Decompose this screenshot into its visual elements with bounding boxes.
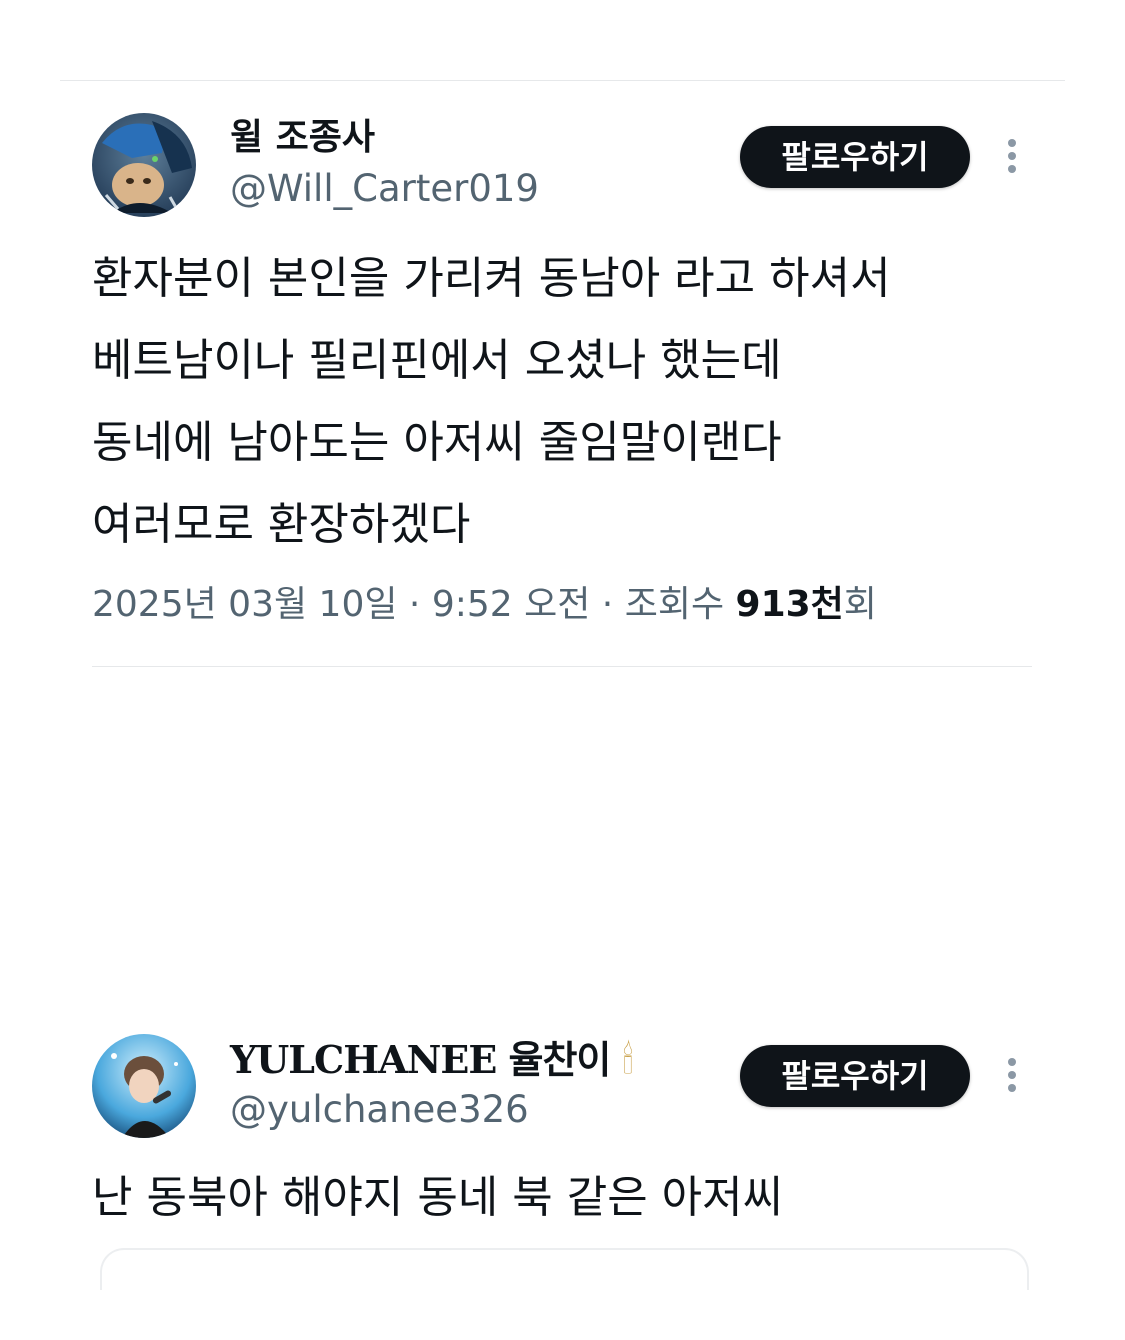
candle-emoji: 🕯 bbox=[622, 1038, 634, 1082]
display-name[interactable]: YULCHANEE 율찬이 🕯 bbox=[230, 1037, 634, 1083]
views-suffix: 회 bbox=[843, 584, 877, 625]
meta-divider bbox=[92, 666, 1032, 667]
views-label: 조회수 bbox=[624, 584, 736, 625]
avatar[interactable] bbox=[92, 113, 196, 217]
display-name[interactable]: 윌 조종사 bbox=[230, 116, 375, 160]
more-vertical-icon[interactable] bbox=[1000, 137, 1024, 177]
follow-button[interactable]: 팔로우하기 bbox=[740, 126, 970, 188]
tweet-date[interactable]: 2025년 03월 10일 bbox=[92, 584, 397, 625]
top-divider bbox=[60, 80, 1065, 81]
avatar-image-icon bbox=[92, 1034, 196, 1138]
user-handle[interactable]: @Will_Carter019 bbox=[230, 167, 539, 211]
tweet-time[interactable]: 9:52 오전 bbox=[432, 584, 591, 625]
display-name-text: YULCHANEE 율찬이 bbox=[230, 1037, 611, 1082]
more-vertical-icon[interactable] bbox=[1000, 1056, 1024, 1096]
quoted-card-edge[interactable] bbox=[100, 1248, 1029, 1290]
meta-separator: · bbox=[397, 584, 432, 625]
tweet-text: 난 동북아 해야지 동네 북 같은 아저씨 bbox=[92, 1172, 784, 1223]
avatar-image-icon bbox=[92, 113, 196, 217]
follow-button[interactable]: 팔로우하기 bbox=[740, 1045, 970, 1107]
tweet-text: 환자분이 본인을 가리켜 동남아 라고 하셔서 베트남이나 필리핀에서 오셨나 … bbox=[92, 253, 891, 550]
tweet-meta: 2025년 03월 10일 · 9:52 오전 · 조회수 913천회 bbox=[92, 580, 877, 630]
views-count: 913천 bbox=[735, 584, 844, 625]
user-handle[interactable]: @yulchanee326 bbox=[230, 1088, 529, 1132]
meta-separator: · bbox=[590, 584, 625, 625]
avatar[interactable] bbox=[92, 1034, 196, 1138]
